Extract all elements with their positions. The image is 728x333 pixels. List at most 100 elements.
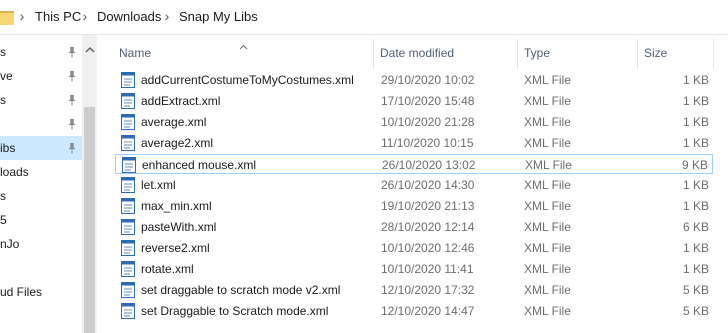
column-header-type[interactable]: Type xyxy=(524,46,550,60)
breadcrumb-separator: › xyxy=(19,8,25,24)
file-row[interactable]: average.xml 10/10/2020 21:28 XML File 1 KB xyxy=(115,112,713,132)
file-type: XML File xyxy=(524,220,571,234)
sort-up-arrow-icon xyxy=(239,39,248,50)
file-row[interactable]: let.xml 26/10/2020 14:30 XML File 1 KB xyxy=(115,175,713,195)
nav-item[interactable]: s xyxy=(0,184,82,208)
file-name: enhanced mouse.xml xyxy=(142,158,257,172)
file-date-modified: 12/10/2020 14:47 xyxy=(381,304,475,318)
file-date-modified: 19/10/2020 21:13 xyxy=(381,199,475,213)
nav-scrollbar[interactable] xyxy=(82,35,97,333)
file-name: rotate.xml xyxy=(141,262,194,276)
column-header-name[interactable]: Name xyxy=(119,46,151,60)
address-bar[interactable]: › This PC › Downloads › Snap My Libs xyxy=(0,0,728,35)
breadcrumb-downloads[interactable]: Downloads xyxy=(97,8,161,26)
column-divider[interactable] xyxy=(637,39,638,69)
file-row[interactable]: average2.xml 11/10/2020 10:15 XML File 1 KB xyxy=(115,133,713,153)
file-size: 5 KB xyxy=(682,283,709,297)
column-divider[interactable] xyxy=(517,39,518,69)
file-type: XML File xyxy=(524,94,571,108)
nav-item-label: s xyxy=(0,93,6,107)
breadcrumb-snap-my-libs[interactable]: Snap My Libs xyxy=(179,8,258,26)
pin-icon[interactable] xyxy=(67,94,77,106)
file-name: addCurrentCostumeToMyCostumes.xml xyxy=(141,73,354,87)
file-name: addExtract.xml xyxy=(141,94,221,108)
file-name: set draggable to scratch mode v2.xml xyxy=(141,283,341,297)
file-name: average.xml xyxy=(141,115,207,129)
nav-item-label: s xyxy=(0,189,6,203)
file-row[interactable]: set draggable to scratch mode v2.xml 12/1… xyxy=(115,280,713,300)
file-type: XML File xyxy=(524,304,571,318)
file-row[interactable]: rotate.xml 10/10/2020 11:41 XML File 1 KB xyxy=(115,259,713,279)
nav-item[interactable]: 5 xyxy=(0,208,82,232)
file-size: 6 KB xyxy=(682,220,709,234)
pin-icon[interactable] xyxy=(67,70,77,82)
nav-item[interactable]: s xyxy=(0,40,82,64)
file-date-modified: 17/10/2020 15:48 xyxy=(381,94,475,108)
xml-file-icon xyxy=(122,157,136,173)
xml-file-icon xyxy=(121,135,135,151)
file-row[interactable]: reverse2.xml 10/10/2020 12:46 XML File 1 KB xyxy=(115,238,713,258)
file-type: XML File xyxy=(524,199,571,213)
file-date-modified: 10/10/2020 21:28 xyxy=(381,115,475,129)
file-size: 1 KB xyxy=(682,115,709,129)
pin-icon[interactable] xyxy=(67,142,77,154)
nav-item[interactable]: nJo xyxy=(0,232,82,256)
file-date-modified: 26/10/2020 14:30 xyxy=(381,178,475,192)
file-name: reverse2.xml xyxy=(141,241,210,255)
file-size: 1 KB xyxy=(682,73,709,87)
file-name: let.xml xyxy=(141,178,176,192)
file-type: XML File xyxy=(524,283,571,297)
xml-file-icon xyxy=(121,93,135,109)
column-header-date-modified[interactable]: Date modified xyxy=(380,46,454,60)
file-type: XML File xyxy=(525,158,572,172)
file-row[interactable]: pasteWith.xml 28/10/2020 12:14 XML File 6 K… xyxy=(115,217,713,237)
nav-item-label: ud Files xyxy=(0,285,43,299)
xml-file-icon xyxy=(121,114,135,130)
nav-item[interactable]: ibs xyxy=(0,136,82,160)
file-date-modified: 29/10/2020 10:02 xyxy=(381,73,475,87)
nav-item[interactable] xyxy=(0,112,82,136)
column-divider[interactable] xyxy=(713,39,714,69)
file-row[interactable]: set Draggable to Scratch mode.xml 12/10/2… xyxy=(115,301,713,321)
file-type: XML File xyxy=(524,73,571,87)
nav-item-label: ve xyxy=(0,69,13,83)
file-list: Name Date modified Type Size addCurrentC… xyxy=(97,35,728,333)
breadcrumb-this-pc[interactable]: This PC xyxy=(35,8,81,26)
file-size: 1 KB xyxy=(682,94,709,108)
file-date-modified: 11/10/2020 10:15 xyxy=(381,136,474,150)
xml-file-icon xyxy=(121,240,135,256)
breadcrumb-separator: › xyxy=(82,8,88,24)
file-name: average2.xml xyxy=(141,136,214,150)
xml-file-icon xyxy=(121,198,135,214)
nav-scrollbar-thumb[interactable] xyxy=(84,107,95,333)
pin-icon[interactable] xyxy=(67,46,77,58)
file-size: 1 KB xyxy=(682,136,709,150)
file-date-modified: 28/10/2020 12:14 xyxy=(381,220,475,234)
file-row[interactable]: max_min.xml 19/10/2020 21:13 XML File 1 KB xyxy=(115,196,713,216)
nav-item[interactable]: ud Files xyxy=(0,280,82,304)
xml-file-icon xyxy=(121,282,135,298)
file-row[interactable]: addCurrentCostumeToMyCostumes.xml 29/10/2… xyxy=(115,70,713,90)
file-name: pasteWith.xml xyxy=(141,220,217,234)
file-row[interactable]: enhanced mouse.xml 26/10/2020 13:02 XML Fi… xyxy=(115,154,713,174)
file-size: 1 KB xyxy=(682,178,709,192)
column-header-size[interactable]: Size xyxy=(644,46,667,60)
column-divider[interactable] xyxy=(373,39,374,69)
nav-item[interactable]: loads xyxy=(0,160,82,184)
nav-item[interactable] xyxy=(0,256,82,280)
column-header-row: Name Date modified Type Size xyxy=(97,35,728,71)
pin-icon[interactable] xyxy=(67,118,77,130)
file-size: 5 KB xyxy=(682,304,709,318)
nav-item[interactable]: s xyxy=(0,88,82,112)
file-date-modified: 26/10/2020 13:02 xyxy=(382,158,476,172)
file-date-modified: 12/10/2020 17:32 xyxy=(381,283,475,297)
file-size: 1 KB xyxy=(682,262,709,276)
file-type: XML File xyxy=(524,178,571,192)
file-row[interactable]: addExtract.xml 17/10/2020 15:48 XML File 1 … xyxy=(115,91,713,111)
nav-item-label: s xyxy=(0,45,6,59)
file-type: XML File xyxy=(524,262,571,276)
nav-item[interactable]: ve xyxy=(0,64,82,88)
file-type: XML File xyxy=(524,136,571,150)
xml-file-icon xyxy=(121,177,135,193)
chevron-up-icon[interactable] xyxy=(85,43,95,53)
